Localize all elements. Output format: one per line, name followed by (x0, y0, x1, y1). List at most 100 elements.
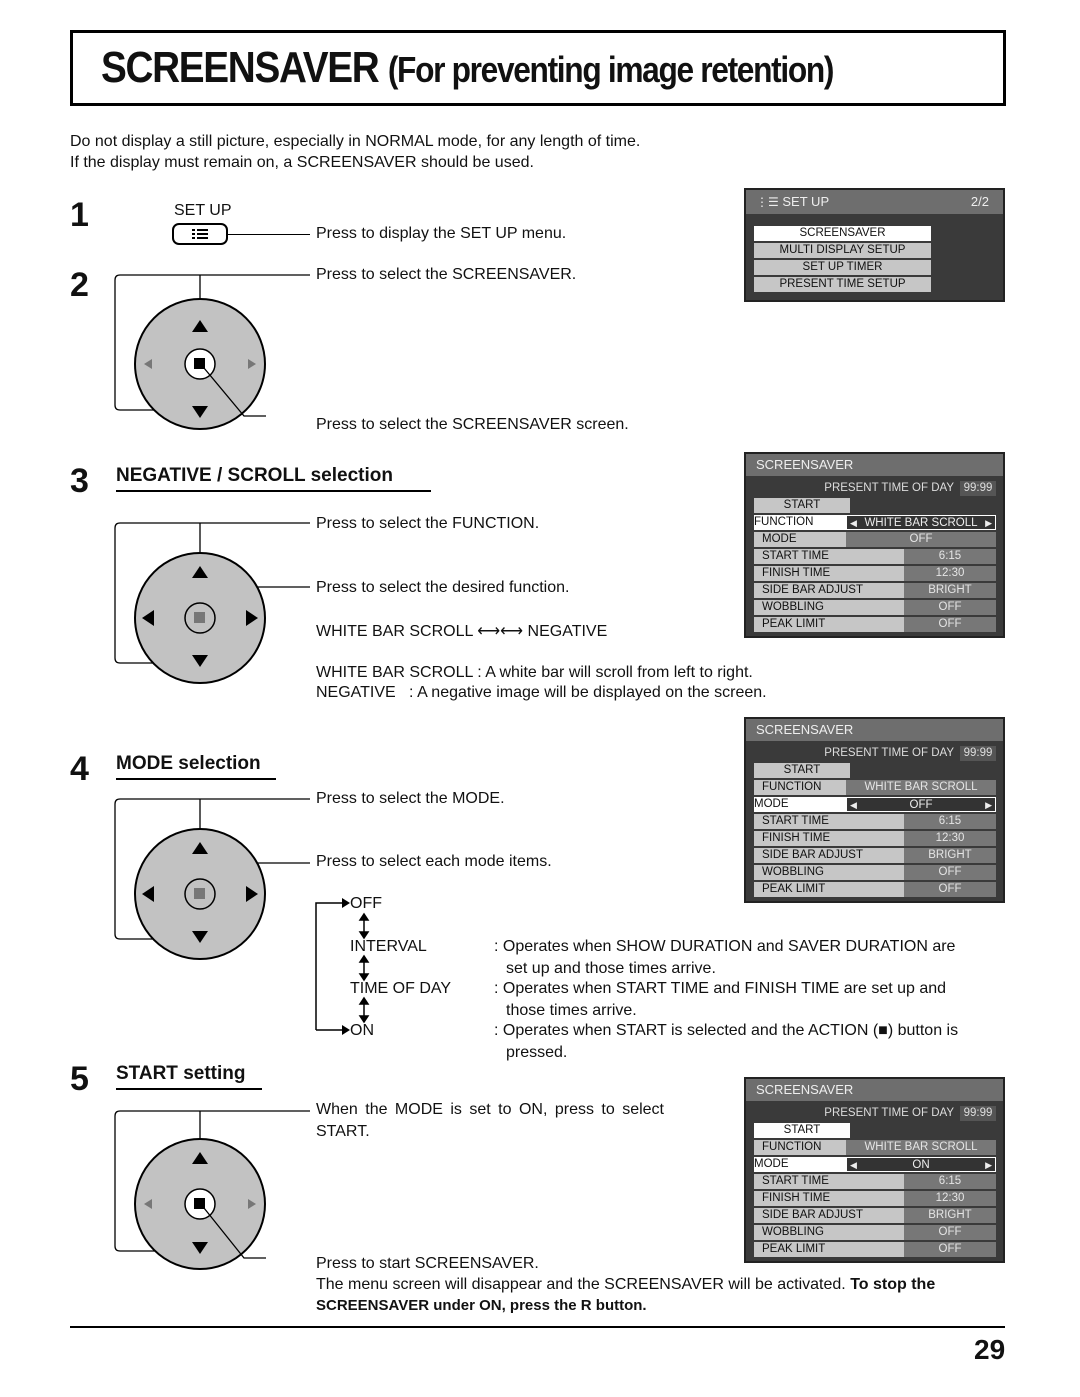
mode-time-of-day: TIME OF DAY (350, 980, 452, 997)
down-arrow-icon[interactable] (192, 931, 208, 943)
osd-row-value[interactable]: BRIGHT (904, 583, 996, 598)
osd-row-label[interactable]: START TIME (754, 1174, 904, 1189)
osd-mode-value[interactable]: OFF ◀ ▶ (846, 797, 996, 812)
action-square-icon (194, 1198, 205, 1209)
osd-function-label[interactable]: FUNCTION (754, 1140, 846, 1155)
osd-function-label[interactable]: FUNCTION (754, 780, 846, 795)
osd-row-label[interactable]: START TIME (754, 549, 904, 564)
up-arrow-icon[interactable] (192, 1152, 208, 1164)
up-arrow-icon[interactable] (192, 566, 208, 578)
osd-setup-item-screensaver[interactable]: SCREENSAVER (754, 226, 931, 241)
mode-interval-desc-2: set up and those times arrive. (506, 960, 716, 977)
left-arrow-icon[interactable] (142, 886, 154, 902)
page-number: 29 (974, 1334, 1006, 1365)
osd-function-value[interactable]: WHITE BAR SCROLL ◀ ▶ (846, 515, 996, 530)
osd-row-value[interactable]: BRIGHT (904, 848, 996, 863)
osd-start-button[interactable]: START (754, 498, 850, 513)
osd-row-value[interactable]: OFF (904, 865, 996, 880)
osd-row-value[interactable]: 6:15 (904, 549, 996, 564)
osd-setup-item-multi-display[interactable]: MULTI DISPLAY SETUP (754, 243, 931, 258)
osd-header: SCREENSAVER (746, 454, 1003, 476)
mode-value-text: OFF (909, 799, 933, 811)
osd-mode-value[interactable]: ON ◀ ▶ (846, 1157, 996, 1172)
present-time-label: PRESENT TIME OF DAY (824, 482, 954, 494)
left-arrow-icon: ◀ (850, 518, 857, 528)
osd-row-label[interactable]: PEAK LIMIT (754, 1242, 904, 1257)
double-arrow-icon: ⟷⟷ (477, 623, 524, 640)
osd-function-label[interactable]: FUNCTION (754, 515, 846, 530)
up-arrow-icon[interactable] (192, 320, 208, 332)
osd-setup-item-timer[interactable]: SET UP TIMER (754, 260, 931, 275)
right-arrow-icon: ▶ (985, 800, 992, 810)
down-arrow-icon[interactable] (192, 1242, 208, 1254)
osd-row-label[interactable]: FINISH TIME (754, 566, 904, 581)
osd-row-label[interactable]: FINISH TIME (754, 831, 904, 846)
osd-row-value[interactable]: OFF (904, 1225, 996, 1240)
osd-row-label[interactable]: FINISH TIME (754, 1191, 904, 1206)
step5-text-updown-1: When the MODE is set to ON, press to sel… (316, 1101, 664, 1118)
osd-row-value[interactable]: OFF (904, 882, 996, 897)
step3-desc-2: NEGATIVE : A negative image will be disp… (316, 684, 767, 701)
left-arrow-icon[interactable] (144, 1199, 152, 1209)
osd-row-value[interactable]: OFF (904, 617, 996, 632)
mode-value-text: OFF (909, 533, 933, 545)
mode-interval-desc: : Operates when SHOW DURATION and SAVER … (494, 938, 956, 955)
osd-row-value[interactable]: 12:30 (904, 1191, 996, 1206)
pad-arrows (144, 320, 266, 418)
osd-row-label[interactable]: PEAK LIMIT (754, 882, 904, 897)
mode-on-desc: : Operates when START is selected and th… (494, 1022, 959, 1039)
intro-line-2: If the display must remain on, a SCREENS… (70, 154, 534, 171)
osd-row-value[interactable]: 6:15 (904, 814, 996, 829)
step4-text-leftright: Press to select each mode items. (316, 853, 552, 870)
step3-text-updown: Press to select the FUNCTION. (316, 515, 540, 532)
osd-row-label[interactable]: SIDE BAR ADJUST (754, 583, 904, 598)
step-number-2: 2 (70, 266, 89, 304)
down-arrow-icon[interactable] (192, 655, 208, 667)
right-arrow-icon[interactable] (246, 610, 258, 626)
step4-heading: MODE selection (116, 753, 276, 780)
osd-row-label[interactable]: PEAK LIMIT (754, 617, 904, 632)
right-arrow-icon[interactable] (248, 359, 256, 369)
osd-row-value[interactable]: BRIGHT (904, 1208, 996, 1223)
up-arrow-icon[interactable] (192, 842, 208, 854)
osd-mode-value[interactable]: OFF (846, 532, 996, 547)
right-arrow-icon[interactable] (248, 1199, 256, 1209)
osd-row-value[interactable]: 12:30 (904, 566, 996, 581)
osd-row-label[interactable]: WOBBLING (754, 865, 904, 880)
osd-row-label[interactable]: WOBBLING (754, 1225, 904, 1240)
osd-row-value[interactable]: OFF (904, 1242, 996, 1257)
intro-text: Do not display a still picture, especial… (70, 131, 640, 173)
left-arrow-icon[interactable] (142, 610, 154, 626)
left-arrow-icon[interactable] (144, 359, 152, 369)
osd-row-label[interactable]: SIDE BAR ADJUST (754, 1208, 904, 1223)
connector-line (228, 234, 310, 235)
osd-function-value[interactable]: WHITE BAR SCROLL (846, 1140, 996, 1155)
osd-mode-label[interactable]: MODE (754, 797, 846, 812)
osd-row-value[interactable]: 12:30 (904, 831, 996, 846)
left-arrow-icon: ◀ (850, 1160, 857, 1170)
osd-row-value[interactable]: 6:15 (904, 1174, 996, 1189)
osd-mode-label[interactable]: MODE (754, 1157, 846, 1172)
toggle-left: WHITE BAR SCROLL (316, 623, 473, 640)
down-arrow-icon[interactable] (192, 406, 208, 418)
osd-start-button[interactable]: START (754, 1123, 850, 1138)
action-square-icon (194, 612, 205, 623)
osd-row-label[interactable]: START TIME (754, 814, 904, 829)
osd-header: SCREENSAVER (746, 719, 1003, 741)
osd-row-label[interactable]: SIDE BAR ADJUST (754, 848, 904, 863)
step2-text-action: Press to select the SCREENSAVER screen. (316, 416, 629, 433)
osd-row-label[interactable]: WOBBLING (754, 600, 904, 615)
final-bold-text: To stop the (850, 1276, 936, 1293)
osd-mode-label[interactable]: MODE (754, 532, 846, 547)
osd-function-value[interactable]: WHITE BAR SCROLL (846, 780, 996, 795)
osd-start-button[interactable]: START (754, 763, 850, 778)
mode-time-of-day-desc: : Operates when START TIME and FINISH TI… (494, 980, 947, 997)
right-arrow-icon[interactable] (246, 886, 258, 902)
title-subtitle: (For preventing image retention) (387, 49, 835, 90)
action-square-icon (194, 888, 205, 899)
osd-setup-item-present-time[interactable]: PRESENT TIME SETUP (754, 277, 931, 292)
mode-time-of-day-desc-2: those times arrive. (506, 1002, 637, 1019)
osd-row-value[interactable]: OFF (904, 600, 996, 615)
step-number-5: 5 (70, 1060, 89, 1098)
setup-button[interactable] (172, 223, 228, 245)
